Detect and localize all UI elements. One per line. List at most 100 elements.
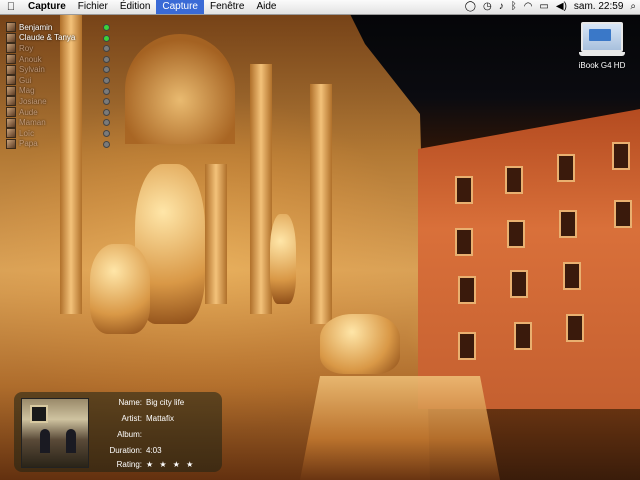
track-artist-row: Artist: Mattafix — [92, 414, 218, 423]
buddy-avatar — [6, 85, 16, 96]
buddy-name: Loïc — [19, 128, 35, 138]
window — [455, 176, 473, 204]
track-artist: Mattafix — [146, 414, 175, 423]
buddy-item[interactable]: Sylvain — [6, 64, 110, 75]
battery-icon[interactable]: ▭ — [539, 0, 548, 14]
column — [250, 64, 272, 314]
itunes-note-icon[interactable]: ♪ — [499, 0, 504, 14]
buddy-name: Papa — [19, 139, 38, 149]
desktop-disk-icon[interactable]: iBook G4 HD — [572, 22, 632, 70]
buddy-item[interactable]: Benjamin — [6, 22, 110, 33]
menu-aide[interactable]: Aide — [250, 0, 282, 14]
window — [559, 210, 577, 238]
disk-label: iBook G4 HD — [578, 61, 626, 70]
buddy-avatar — [6, 107, 16, 118]
buddy-item[interactable]: Papa — [6, 138, 110, 150]
buddy-avatar — [6, 32, 16, 43]
buddy-status-icon — [103, 66, 110, 74]
window — [507, 220, 525, 248]
ichat-status-icon[interactable]: ◯ — [465, 0, 476, 14]
buddy-name: Maman — [19, 118, 46, 128]
bluetooth-icon[interactable]: ᛒ — [511, 0, 517, 14]
buddy-item[interactable]: Gui — [6, 75, 110, 86]
now-playing-panel: Name: Big city life Artist: Mattafix Alb… — [14, 392, 222, 472]
buddy-avatar — [6, 22, 16, 33]
building-right — [418, 109, 640, 409]
buddy-item[interactable]: Mag — [6, 85, 110, 97]
laptop-base — [579, 52, 625, 56]
statue — [320, 314, 400, 374]
window — [510, 270, 528, 298]
buddy-status-icon — [103, 108, 110, 116]
window — [566, 314, 584, 342]
buddy-name: Benjamin — [19, 22, 53, 32]
buddy-name: Mag — [19, 86, 35, 96]
statue — [90, 244, 150, 334]
fountain-arch — [125, 34, 235, 144]
window — [458, 332, 476, 360]
buddy-avatar — [6, 138, 16, 149]
buddy-avatar — [6, 117, 16, 128]
buddy-item[interactable]: Roy — [6, 43, 110, 54]
menu-app-name[interactable]: Capture — [22, 0, 72, 14]
buddy-status-icon — [103, 55, 110, 63]
column — [205, 164, 227, 304]
name-label: Name: — [118, 398, 142, 407]
window — [612, 142, 630, 170]
menu-fenetre[interactable]: Fenêtre — [204, 0, 250, 14]
spotlight-icon[interactable]: ⌕ — [630, 0, 636, 14]
volume-icon[interactable]: ◀) — [556, 0, 567, 14]
buddy-list: Benjamin Claude & Tanya Roy Anouk Sylvain Gui… — [6, 22, 110, 149]
album-label: Album: — [117, 430, 142, 439]
album-cover — [21, 398, 89, 468]
window — [455, 228, 473, 256]
buddy-name: Anouk — [19, 54, 42, 64]
buddy-item[interactable]: Loïc — [6, 128, 110, 139]
buddy-item[interactable]: Anouk — [6, 54, 110, 65]
rating-label: Rating: — [116, 460, 142, 469]
track-rating-row: Rating: ★ ★ ★ ★ — [92, 460, 218, 469]
airport-wifi-icon[interactable]: ◠ — [524, 0, 533, 14]
apple-menu-icon[interactable]:  — [0, 1, 22, 13]
buddy-status-icon — [103, 98, 110, 106]
track-duration-row: Duration: 4:03 — [92, 446, 218, 455]
column — [310, 84, 332, 324]
buddy-status-icon — [103, 87, 110, 95]
track-duration: 4:03 — [146, 446, 162, 455]
buddy-item[interactable]: Aude — [6, 107, 110, 118]
laptop-icon — [581, 22, 623, 52]
window — [505, 166, 523, 194]
buddy-status-icon — [103, 129, 110, 137]
window — [514, 322, 532, 350]
buddy-name: Roy — [19, 43, 34, 53]
buddy-status-icon — [103, 76, 110, 84]
window — [614, 200, 632, 228]
buddy-avatar — [6, 64, 16, 75]
menu-clock[interactable]: sam. 22:59 — [574, 0, 623, 14]
buddy-item[interactable]: Josiane — [6, 96, 110, 107]
menu-capture[interactable]: Capture — [156, 0, 204, 14]
track-album-row: Album: — [92, 430, 218, 439]
buddy-avatar — [6, 75, 16, 86]
track-name: Big city life — [146, 398, 185, 407]
buddy-name: Gui — [19, 75, 32, 85]
buddy-avatar — [6, 96, 16, 107]
buddy-avatar — [6, 54, 16, 65]
sync-clock-icon[interactable]: ◷ — [483, 0, 492, 14]
menu-edition[interactable]: Édition — [114, 0, 157, 14]
buddy-name: Josiane — [19, 96, 47, 106]
window — [563, 262, 581, 290]
buddy-item[interactable]: Claude & Tanya — [6, 32, 110, 44]
buddy-status-icon — [103, 24, 110, 31]
track-album — [146, 430, 218, 439]
cover-frame — [30, 405, 48, 423]
buddy-item[interactable]: Maman — [6, 117, 110, 128]
menu-extras: ◯ ◷ ♪ ᛒ ◠ ▭ ◀) sam. 22:59 ⌕ — [465, 0, 636, 14]
cover-person — [40, 429, 50, 453]
window — [557, 154, 575, 182]
buddy-name: Claude & Tanya — [19, 33, 76, 43]
buddy-status-icon — [103, 45, 110, 53]
buddy-avatar — [6, 128, 16, 139]
cover-person — [66, 429, 76, 453]
menu-fichier[interactable]: Fichier — [72, 0, 114, 14]
